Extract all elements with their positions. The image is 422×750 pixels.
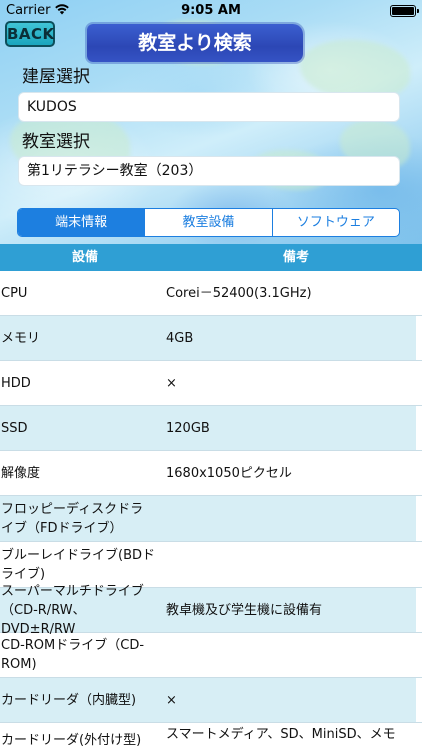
room-select[interactable]: 第1リテラシー教室（203） — [18, 156, 400, 186]
row-item: フロッピーディスクドライブ（FDドライブ） — [0, 496, 160, 541]
tab-terminal-info[interactable]: 端末情報 — [18, 209, 145, 236]
row-item: 解像度 — [1, 465, 41, 481]
row-note: 4GB — [160, 316, 416, 360]
building-label: 建屋選択 — [22, 67, 90, 87]
row-item: CPU — [1, 285, 28, 301]
row-item: スーパーマルチドライブ（CD-R/RW、DVD±R/RW — [0, 584, 160, 637]
row-note — [160, 542, 416, 587]
row-item: SSD — [0, 406, 160, 450]
row-note: × — [166, 375, 177, 391]
tab-room-equipment[interactable]: 教室設備 — [144, 209, 271, 236]
row-item: カードリーダ（内臓型) — [0, 678, 160, 722]
page-title: 教室より検索 — [87, 24, 303, 62]
table-header: 設備 備考 — [0, 244, 422, 271]
tab-software[interactable]: ソフトウェア — [271, 209, 399, 236]
table-row: カードリーダ（内臓型) × — [0, 678, 422, 723]
table-row: CD-ROMドライブ（CD-ROM) — [0, 633, 422, 678]
header-background: Carrier 9:05 AM BACK 教室より検索 建屋選択 KUDOS 教… — [0, 0, 422, 244]
table-row: HDD × — [0, 361, 422, 406]
row-item: カードリーダ(外付け型) — [1, 733, 142, 748]
back-button[interactable]: BACK — [5, 21, 55, 47]
row-item: CD-ROMドライブ（CD-ROM) — [1, 638, 145, 672]
row-note: 120GB — [160, 406, 416, 450]
row-item: メモリ — [0, 316, 160, 360]
table-row: 解像度 1680x1050ピクセル — [0, 451, 422, 496]
row-note: × — [160, 678, 416, 722]
row-note: 教卓機及び学生機に設備有 — [160, 588, 416, 632]
status-bar: Carrier 9:05 AM — [0, 0, 422, 20]
row-item: HDD — [1, 375, 31, 391]
table-row: スーパーマルチドライブ（CD-R/RW、DVD±R/RW 教卓機及び学生機に設備… — [0, 584, 422, 637]
table-row: SSD 120GB — [0, 406, 422, 451]
row-note: スマートメディア、SD、MiniSD、メモ — [166, 727, 396, 742]
battery-icon — [390, 5, 419, 17]
row-note: Corei－52400(3.1GHz) — [166, 285, 312, 301]
row-note — [160, 496, 416, 541]
table-row: メモリ 4GB — [0, 316, 422, 361]
building-select[interactable]: KUDOS — [18, 92, 400, 122]
info-tabs: 端末情報 教室設備 ソフトウェア — [17, 208, 400, 237]
column-header-notes: 備考 — [282, 250, 309, 265]
column-header-equipment: 設備 — [71, 250, 98, 265]
clock: 9:05 AM — [181, 3, 241, 18]
row-note — [160, 633, 416, 677]
row-item: ブルーレイドライブ(BDドライブ) — [1, 547, 156, 582]
room-label: 教室選択 — [22, 132, 90, 152]
equipment-table: CPU Corei－52400(3.1GHz) メモリ 4GB HDD × SS… — [0, 271, 422, 750]
table-row: フロッピーディスクドライブ（FDドライブ） — [0, 496, 422, 542]
table-row: カードリーダ(外付け型) スマートメディア、SD、MiniSD、メモ — [0, 723, 422, 750]
row-note: 1680x1050ピクセル — [166, 465, 292, 481]
table-row: CPU Corei－52400(3.1GHz) — [0, 271, 422, 316]
